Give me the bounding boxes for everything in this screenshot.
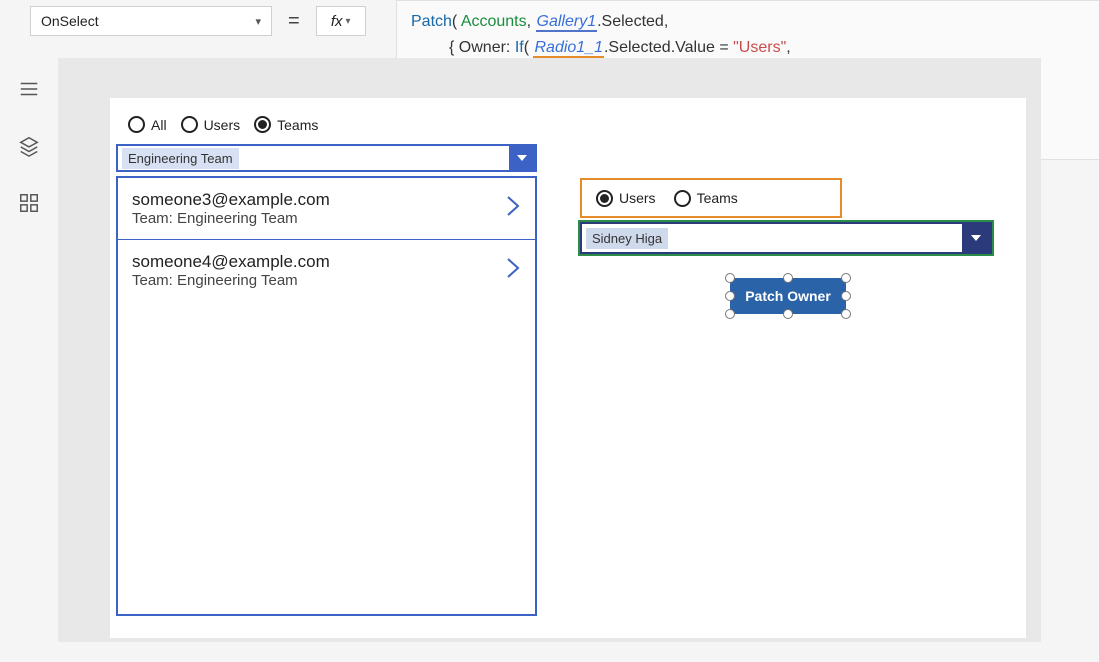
resize-handle[interactable] [783, 273, 793, 283]
resize-handle[interactable] [725, 291, 735, 301]
resize-handle[interactable] [783, 309, 793, 319]
left-rail [0, 54, 58, 219]
canvas-wrap: All Users Teams Engineering Team someone… [58, 58, 1041, 642]
radio-users[interactable]: Users [181, 116, 241, 133]
gallery1[interactable]: someone3@example.com Team: Engineering T… [116, 176, 537, 616]
equals-label: = [288, 10, 300, 33]
app-canvas[interactable]: All Users Teams Engineering Team someone… [110, 98, 1026, 638]
chevron-down-icon: ▾ [346, 16, 351, 27]
fx-box[interactable]: fx ▾ [316, 6, 366, 36]
layers-icon[interactable] [18, 135, 40, 162]
property-dropdown[interactable]: OnSelect ▾ [30, 6, 272, 36]
fx-icon: fx [331, 13, 343, 30]
gallery-item-title: someone4@example.com [132, 252, 330, 272]
resize-handle[interactable] [841, 273, 851, 283]
gallery-item-subtitle: Team: Engineering Team [132, 272, 330, 289]
gallery-item[interactable]: someone3@example.com Team: Engineering T… [118, 178, 535, 240]
menu-icon[interactable] [18, 78, 40, 105]
chevron-down-icon[interactable] [509, 146, 535, 170]
radio-teams-right[interactable]: Teams [674, 190, 738, 207]
filter-radio-group[interactable]: All Users Teams [128, 116, 318, 133]
resize-handle[interactable] [841, 309, 851, 319]
owner-combobox[interactable]: Sidney Higa [580, 222, 992, 254]
radio-users-right[interactable]: Users [596, 190, 656, 207]
team-combobox[interactable]: Engineering Team [116, 144, 537, 172]
radio-all[interactable]: All [128, 116, 167, 133]
gallery1-token: Gallery1 [536, 13, 598, 32]
resize-handle[interactable] [725, 309, 735, 319]
combo-chip: Engineering Team [122, 148, 239, 169]
combo-chip: Sidney Higa [586, 228, 668, 249]
chevron-down-icon: ▾ [255, 15, 261, 28]
resize-handle[interactable] [725, 273, 735, 283]
resize-handle[interactable] [841, 291, 851, 301]
property-dropdown-value: OnSelect [41, 13, 99, 29]
radio1-token: Radio1_1 [533, 39, 604, 58]
patch-owner-button-wrap: Patch Owner [730, 278, 846, 314]
apps-icon[interactable] [18, 192, 40, 219]
gallery-item-title: someone3@example.com [132, 190, 330, 210]
gallery-item-subtitle: Team: Engineering Team [132, 210, 330, 227]
owner-type-radio-group[interactable]: Users Teams [580, 178, 842, 218]
chevron-down-icon[interactable] [962, 224, 990, 252]
radio-teams[interactable]: Teams [254, 116, 318, 133]
chevron-right-icon[interactable] [505, 194, 521, 223]
gallery-item[interactable]: someone4@example.com Team: Engineering T… [118, 240, 535, 301]
formula-line-1: Patch( Accounts, Gallery1.Selected, [411, 9, 1085, 35]
chevron-right-icon[interactable] [505, 256, 521, 285]
